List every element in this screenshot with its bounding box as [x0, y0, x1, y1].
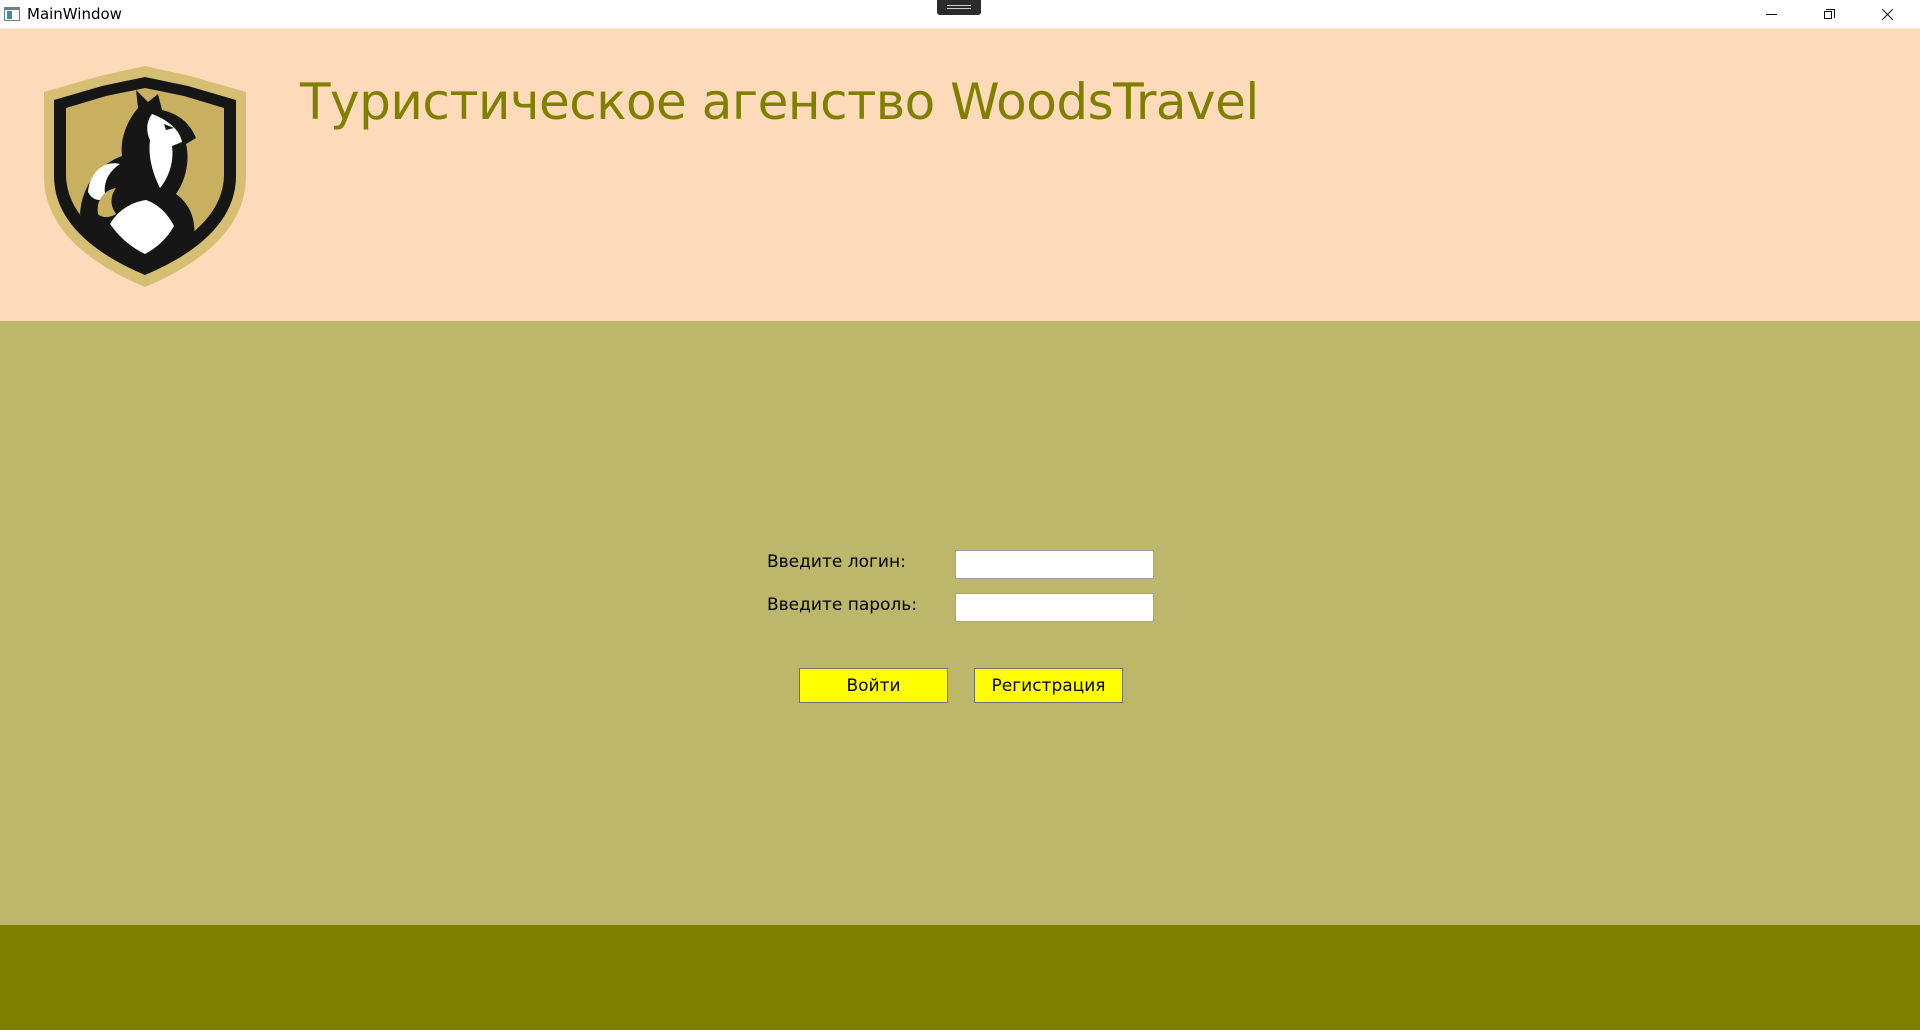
password-input[interactable]: [955, 593, 1154, 622]
close-icon: [1880, 8, 1894, 22]
title-bar[interactable]: MainWindow: [0, 0, 1920, 29]
minimize-icon: [1765, 14, 1777, 15]
login-button[interactable]: Войти: [799, 668, 948, 703]
restore-icon: [1823, 9, 1835, 20]
window-grip-handle[interactable]: [937, 0, 981, 15]
wolf-shield-logo: [44, 66, 246, 287]
header-panel: Туристическое агенство WoodsTravel: [0, 29, 1920, 321]
close-button[interactable]: [1858, 0, 1916, 29]
login-label: Введите логин:: [767, 552, 906, 572]
window-title: MainWindow: [27, 5, 122, 23]
register-button[interactable]: Регистрация: [974, 668, 1123, 703]
agency-title: Туристическое агенство WoodsTravel: [300, 73, 1259, 131]
app-window-icon: [4, 7, 20, 21]
minimize-button[interactable]: [1742, 0, 1800, 29]
main-window: MainWindow Туристическое агенство WoodsT…: [0, 0, 1920, 1032]
maximize-button[interactable]: [1800, 0, 1858, 29]
login-panel: Введите логин: Введите пароль: Войти Рег…: [0, 321, 1920, 925]
password-label: Введите пароль:: [767, 595, 918, 615]
footer-panel: [0, 925, 1920, 1030]
login-input[interactable]: [955, 550, 1154, 579]
